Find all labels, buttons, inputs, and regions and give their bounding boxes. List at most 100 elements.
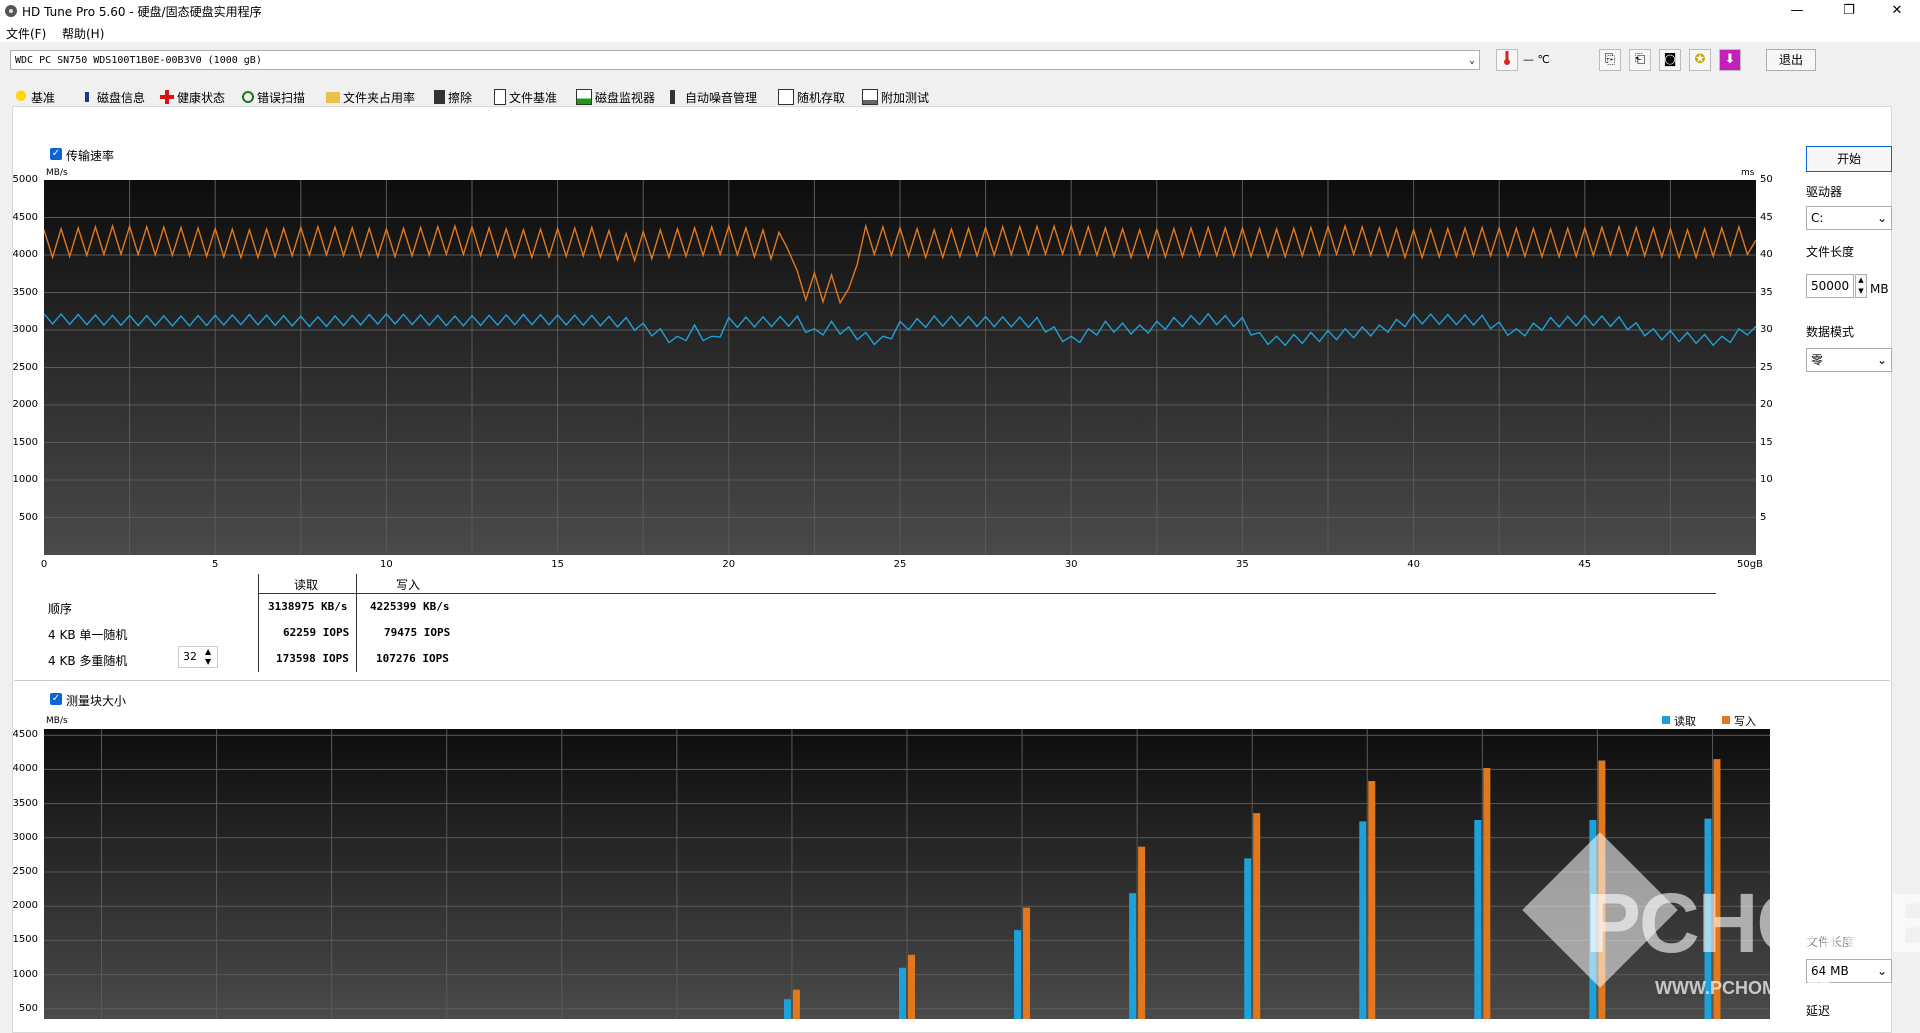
tab-health[interactable]: 健康状态 (160, 88, 225, 106)
transfer-rate-checkbox[interactable]: ✓ (50, 148, 62, 160)
random-chart-icon (778, 89, 794, 105)
menu-help[interactable]: 帮助(H) (62, 25, 104, 42)
results-col-read: 读取 (294, 578, 319, 592)
write-bar (1023, 907, 1031, 1019)
y-tick-label: 2500 (12, 866, 38, 877)
queue-depth-stepper[interactable]: 32 ▲ ▼ (178, 646, 218, 668)
drive-select-value: WDC PC SN750 WDS100T1B0E-00B3V0 (1000 gB… (15, 55, 262, 66)
bulb-icon (14, 90, 28, 104)
chevron-down-icon: ⌄ (1876, 211, 1887, 225)
stepper-down-icon[interactable]: ▼ (205, 657, 211, 666)
transfer-unit-right: ms (1741, 168, 1755, 178)
y-tick-label: 2000 (12, 399, 38, 410)
tab-extra-tests[interactable]: 附加测试 (862, 88, 929, 106)
file-length-value: 50000 (1811, 279, 1850, 293)
x-tick-label: 45 (1578, 559, 1592, 570)
data-pattern-select[interactable]: 零 ⌄ (1806, 348, 1892, 372)
y-tick-label: 2000 (12, 900, 38, 912)
drive-letter-select[interactable]: C: ⌄ (1806, 206, 1892, 230)
results-row-read: 3138975 KB/s (268, 600, 348, 613)
data-pattern-label: 数据模式 (1806, 325, 1855, 339)
y2-tick-label: 40 (1760, 249, 1773, 260)
tab-benchmark[interactable]: 基准 (14, 88, 55, 106)
results-row-label: 4 KB 单一随机 (48, 628, 128, 642)
exit-button[interactable]: 退出 (1766, 49, 1816, 71)
y2-tick-label: 45 (1760, 211, 1773, 223)
app-icon (5, 5, 17, 17)
y-tick-label: 3500 (12, 797, 38, 809)
tab-label: 随机存取 (797, 90, 846, 105)
close-button[interactable]: ✕ (1874, 0, 1920, 22)
y-tick-label: 3000 (12, 324, 38, 335)
tab-erase[interactable]: 擦除 (434, 88, 472, 106)
start-button[interactable]: 开始 (1806, 146, 1892, 172)
delay-label: 延迟 (1806, 1004, 1831, 1018)
file-length-unit: MB (1870, 282, 1889, 296)
y2-tick-label: 25 (1760, 361, 1773, 373)
thermometer-icon (1496, 49, 1518, 71)
y-tick-label: 1500 (12, 934, 38, 946)
y2-tick-label: 50 (1760, 174, 1773, 185)
x-tick-label: 10 (380, 559, 393, 570)
write-bar (1368, 781, 1376, 1019)
watermark-brand: PCHOME (1585, 876, 1920, 970)
x-tick-label: 15 (551, 559, 564, 570)
x-tick-label: 5 (212, 559, 219, 570)
minimize-button[interactable]: — (1774, 0, 1820, 22)
y-tick-label: 2500 (12, 361, 38, 373)
trash-icon (434, 90, 445, 104)
read-bar (1474, 820, 1482, 1019)
tab-disk-info[interactable]: 磁盘信息 (80, 88, 145, 106)
results-row-write: 79475 IOPS (384, 626, 451, 639)
read-bar (1359, 821, 1367, 1019)
queue-depth-value: 32 (183, 650, 197, 663)
read-bar (899, 967, 906, 1019)
block-size-checkbox[interactable]: ✓ (50, 693, 62, 705)
legend-write-swatch (1722, 716, 1730, 724)
tab-label: 磁盘信息 (97, 90, 146, 105)
block-size-chart (44, 729, 1770, 1019)
transfer-rate-label: 传输速率 (66, 149, 115, 163)
menu-file[interactable]: 文件(F) (6, 25, 46, 42)
download-icon[interactable]: ⬇ (1719, 49, 1741, 71)
drive-letter-value: C: (1811, 211, 1824, 225)
results-col-write: 写入 (396, 578, 421, 592)
transfer-unit-left: MB/s (46, 168, 68, 178)
results-row-read: 173598 IOPS (276, 652, 349, 665)
y2-tick-label: 5 (1760, 511, 1767, 523)
write-bar (908, 954, 915, 1019)
drive-select[interactable]: WDC PC SN750 WDS100T1B0E-00B3V0 (1000 gB… (10, 50, 1480, 70)
copy-info-icon[interactable]: ⎘ (1599, 49, 1621, 71)
y-tick-label: 3000 (12, 831, 38, 843)
results-divider-2 (356, 574, 357, 672)
file-length-stepper[interactable]: ▲ ▼ (1855, 274, 1867, 298)
camera-icon[interactable]: ◙ (1659, 49, 1681, 71)
x-tick-label: 0 (40, 559, 48, 570)
tab-folder-usage[interactable]: 文件夹占用率 (326, 88, 415, 106)
maximize-button[interactable]: ❐ (1826, 0, 1872, 22)
x-tick-label: 20 (722, 559, 736, 570)
legend-read-label: 读取 (1674, 715, 1696, 728)
extra-tests-icon (862, 89, 878, 105)
tab-file-benchmark[interactable]: 文件基准 (494, 88, 557, 106)
file-length-input[interactable]: 50000 (1806, 274, 1854, 298)
x-tick-label: 40 (1407, 559, 1420, 570)
read-bar (783, 999, 791, 1019)
results-row-label: 顺序 (48, 602, 73, 616)
legend-read-swatch (1662, 716, 1670, 724)
options-icon[interactable]: ✪ (1689, 49, 1711, 71)
tab-disk-monitor[interactable]: 磁盘监视器 (576, 88, 655, 106)
read-bar (1129, 893, 1137, 1019)
results-header-line (258, 593, 1716, 594)
tab-error-scan[interactable]: 错误扫描 (242, 88, 305, 106)
write-bar (1483, 768, 1491, 1019)
tab-aam[interactable]: 自动噪音管理 (670, 88, 757, 106)
tab-random-access[interactable]: 随机存取 (778, 88, 845, 106)
block-unit: MB/s (46, 716, 68, 726)
tab-label: 错误扫描 (257, 90, 306, 105)
write-bar (1253, 813, 1261, 1019)
chevron-down-icon: ⌄ (1876, 353, 1887, 367)
stepper-up-icon[interactable]: ▲ (205, 647, 211, 656)
watermark-url: WWW.PCHOME.NET (1655, 978, 1830, 998)
copy-all-icon[interactable]: ⎗ (1629, 49, 1651, 71)
